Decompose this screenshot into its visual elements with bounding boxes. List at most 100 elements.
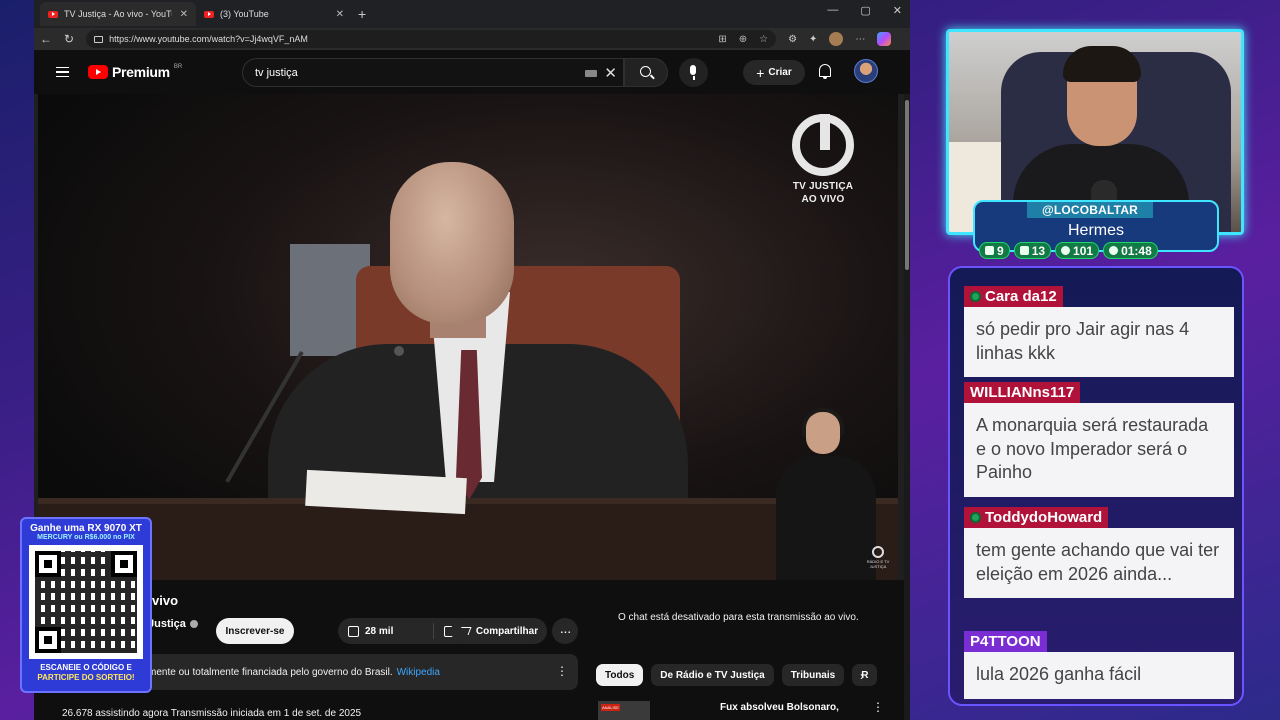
extensions-icon[interactable]: ⚙ (788, 34, 797, 45)
minimize-icon[interactable]: — (827, 4, 838, 17)
youtube-header: Premium BR tv justiça ✕ + Criar (34, 50, 910, 94)
corner-logo-text: RÁDIO E TV JUSTIÇA (866, 559, 890, 569)
username-text: ToddydoHoward (985, 509, 1103, 526)
promo-headline: Ganhe uma RX 9070 XT (30, 523, 142, 534)
chip-todos[interactable]: Todos (596, 664, 644, 686)
new-tab-icon[interactable]: + (358, 6, 366, 22)
subscribe-button[interactable]: Inscrever-se (216, 618, 294, 644)
maximize-icon[interactable]: ▢ (860, 4, 870, 17)
browser-window: TV Justiça - Ao vivo - YouTube ✕ (3) You… (34, 0, 910, 720)
search-query: tv justiça (255, 66, 298, 79)
video-judge-head (390, 162, 514, 324)
video-title: vivo (152, 593, 179, 608)
stat-youtube: 13 (1013, 242, 1052, 259)
tab-label: (3) YouTube (220, 9, 269, 19)
channel-name[interactable]: Justiça (148, 618, 198, 630)
scrollbar-thumb[interactable] (905, 100, 909, 270)
close-window-icon[interactable]: ✕ (893, 4, 902, 17)
tab-youtube[interactable]: (3) YouTube ✕ (196, 2, 352, 26)
search-input[interactable]: tv justiça ✕ (242, 58, 624, 87)
promo-cta-2: PARTICIPE DO SORTEIO! (37, 673, 135, 682)
streamer-handle: @LOCOBALTAR (1027, 202, 1153, 218)
share-button[interactable]: Compartilhar (451, 618, 547, 644)
tv-justica-logo: TV JUSTIÇA AO VIVO (790, 114, 856, 206)
chat-message: Cara da12 só pedir pro Jair agir nas 4 l… (964, 286, 1234, 377)
chevron-right-icon[interactable]: › (860, 669, 864, 683)
info-menu-icon[interactable]: ⋮ (556, 664, 568, 678)
chat-message: ToddydoHoward tem gente achando que vai … (964, 507, 1234, 598)
recommended-video-thumbnail[interactable]: ANÁLISE (598, 701, 650, 720)
youtube-logo[interactable]: Premium BR (88, 64, 182, 80)
puzzle-icon[interactable]: ✦ (809, 34, 817, 45)
streamer-name: Hermes (1067, 222, 1124, 239)
recommended-video-menu-icon[interactable]: ⋮ (872, 700, 884, 714)
youtube-favicon-icon (48, 10, 58, 18)
browser-menu-icon[interactable]: ⋯ (855, 34, 865, 45)
chat-message: WILLIANns117 A monarquia será restaurada… (964, 382, 1234, 497)
voice-search-button[interactable] (679, 58, 708, 87)
youtube-icon (1019, 246, 1029, 255)
bookmark-star-icon[interactable]: ☆ (759, 34, 768, 45)
qr-finder-pattern (35, 551, 61, 577)
create-button[interactable]: + Criar (743, 60, 805, 85)
clear-search-icon[interactable]: ✕ (604, 64, 617, 82)
zoom-icon[interactable]: ⊕ (739, 34, 747, 45)
chip-partial[interactable]: R (852, 664, 878, 686)
thumbnail-tag: ANÁLISE (601, 704, 620, 711)
like-button[interactable]: 28 mil (338, 623, 434, 639)
qr-finder-pattern (111, 551, 137, 577)
tab-strip: TV Justiça - Ao vivo - YouTube ✕ (3) You… (34, 0, 910, 28)
tab-tv-justica[interactable]: TV Justiça - Ao vivo - YouTube ✕ (40, 2, 196, 26)
share-label: Compartilhar (475, 625, 539, 637)
create-label: Criar (768, 67, 792, 78)
chat-text: tem gente achando que vai ter eleição em… (964, 528, 1234, 598)
app-icon[interactable]: ⊞ (718, 34, 726, 45)
site-info-icon[interactable] (94, 35, 104, 43)
back-icon[interactable]: ← (40, 32, 52, 46)
reload-icon[interactable]: ↻ (64, 32, 74, 46)
close-tab-icon[interactable]: ✕ (336, 9, 344, 20)
search-icon (640, 66, 651, 77)
chat-text: só pedir pro Jair agir nas 4 linhas kkk (964, 307, 1234, 377)
copilot-icon[interactable] (877, 32, 892, 46)
stat-value: 9 (997, 243, 1004, 258)
profile-avatar[interactable] (829, 32, 844, 46)
below-video-area: vivo Justiça Inscrever-se 28 mil Compart… (34, 580, 904, 720)
stat-value: 01:48 (1121, 243, 1152, 258)
chat-icon (985, 246, 994, 255)
interpreter-head (806, 412, 840, 454)
search-button[interactable] (624, 58, 668, 87)
chip-radio-tv-justica[interactable]: De Rádio e TV Justiça (651, 664, 774, 686)
page-scrollbar[interactable] (904, 94, 910, 720)
chip-tribunais[interactable]: Tribunais (781, 664, 845, 686)
notifications-bell-icon[interactable] (819, 64, 831, 79)
youtube-favicon-icon (204, 10, 214, 18)
url-text: https://www.youtube.com/watch?v=Jj4wqVF_… (109, 34, 308, 44)
stat-value: 101 (1073, 243, 1094, 258)
verified-icon (189, 620, 198, 628)
account-avatar[interactable] (854, 59, 878, 83)
recommended-video-title[interactable]: Fux absolveu Bolsonaro, (720, 702, 839, 713)
wikipedia-link[interactable]: Wikipedia (397, 667, 440, 678)
chat-overlay: Cara da12 só pedir pro Jair agir nas 4 l… (948, 266, 1244, 706)
more-actions-button[interactable]: ··· (552, 618, 578, 644)
chat-username: P4TTOON (964, 631, 1047, 652)
channel-label: Justiça (148, 618, 186, 630)
video-player[interactable]: TV JUSTIÇA AO VIVO RÁDIO E TV JUSTIÇA (38, 94, 898, 580)
funding-text: mente ou totalmente financiada pelo gove… (148, 666, 393, 678)
corner-logo-icon (872, 546, 884, 558)
share-icon (458, 627, 472, 635)
funding-info-panel: mente ou totalmente financiada pelo gove… (138, 654, 578, 690)
logo-text: Premium (112, 64, 170, 80)
chat-username: ToddydoHoward (964, 507, 1109, 528)
giveaway-promo: Ganhe uma RX 9070 XT MERCURY ou R$6.000 … (20, 517, 152, 693)
stat-clock: 01:48 (1103, 242, 1158, 259)
hamburger-menu-icon[interactable] (56, 67, 69, 77)
chat-disabled-notice: O chat está desativado para esta transmi… (618, 612, 859, 623)
close-tab-icon[interactable]: ✕ (180, 9, 188, 20)
address-bar[interactable]: https://www.youtube.com/watch?v=Jj4wqVF_… (86, 30, 777, 48)
stat-chat: 9 (979, 242, 1010, 259)
stat-value: 13 (1031, 243, 1046, 258)
chat-text: A monarquia será restaurada e o novo Imp… (964, 403, 1234, 497)
keyboard-icon[interactable] (585, 70, 597, 77)
